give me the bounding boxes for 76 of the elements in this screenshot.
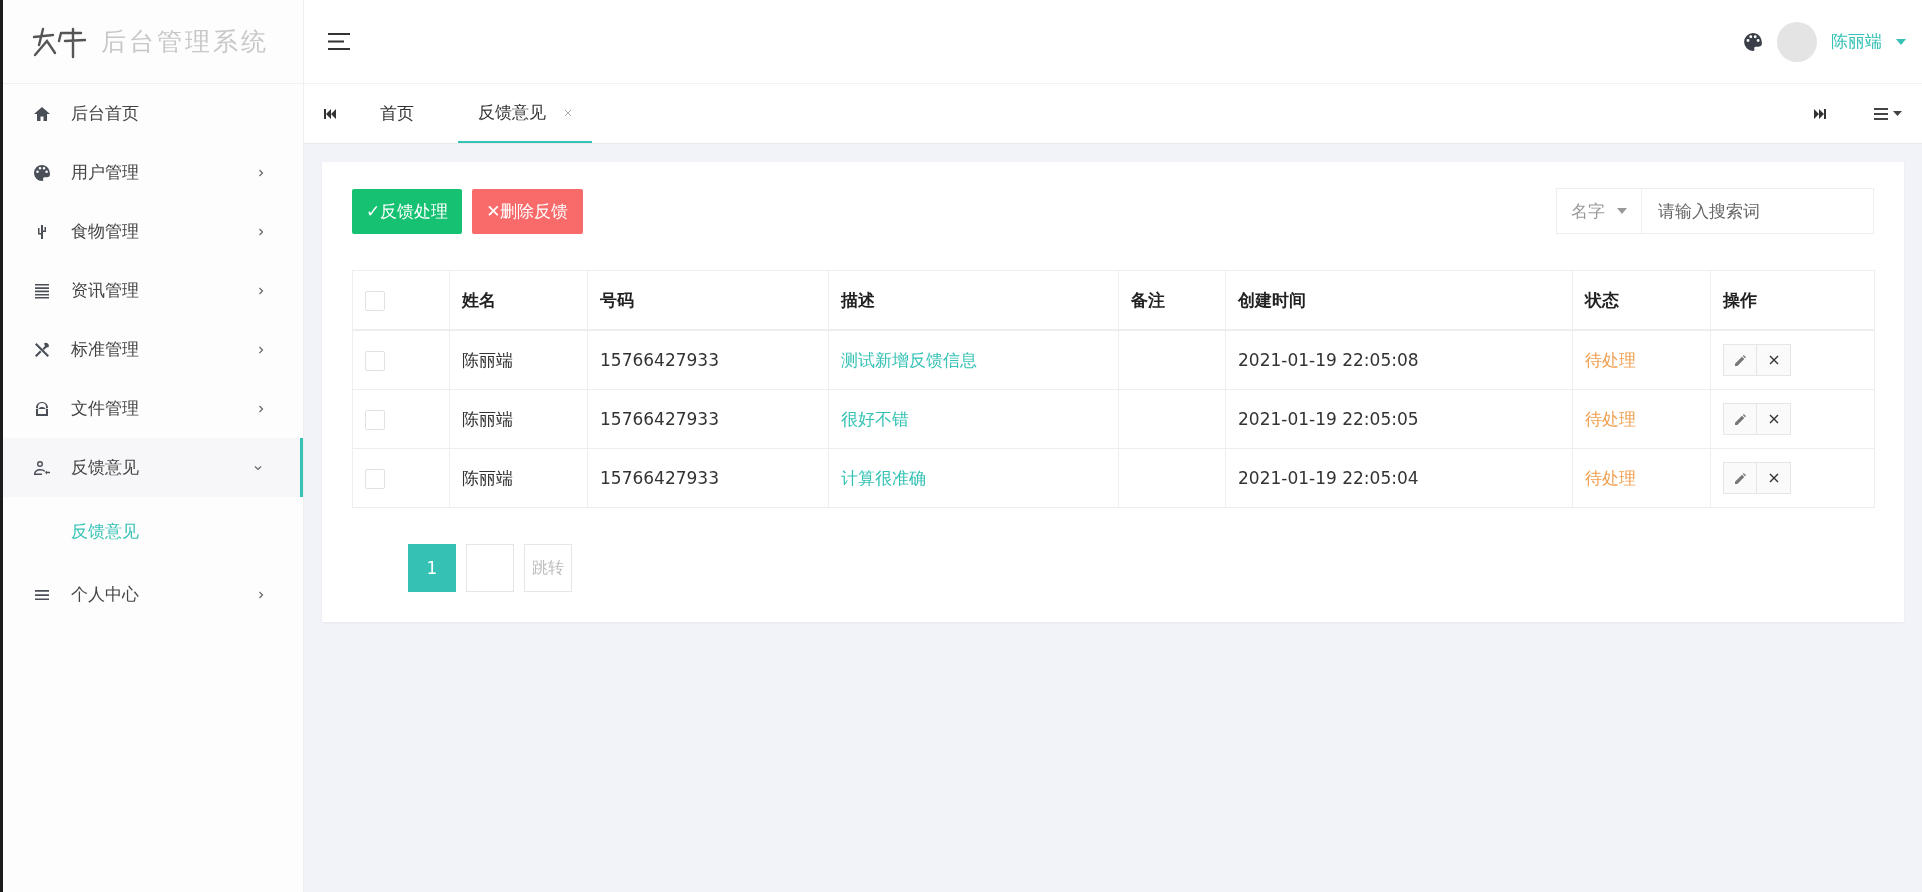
checkbox[interactable] [365, 409, 385, 430]
tab[interactable]: 首页 [360, 84, 434, 143]
delete-button[interactable] [1757, 344, 1791, 376]
sidebar-label: 个人中心 [71, 583, 140, 606]
palette-icon[interactable] [1743, 31, 1763, 52]
status-text: 待处理 [1585, 408, 1636, 429]
sidebar-label: 后台首页 [71, 102, 140, 125]
checkbox[interactable] [365, 350, 385, 371]
pencil-icon [1734, 354, 1746, 366]
table-cell: 陈丽端 [462, 349, 513, 370]
close-icon [1768, 414, 1779, 424]
list-dropdown-icon[interactable] [1874, 107, 1902, 120]
user-icon [33, 458, 51, 477]
sidebar-item[interactable]: 用户管理 [3, 143, 303, 202]
sidebar-item[interactable]: 反馈意见 [3, 438, 303, 497]
edit-button[interactable] [1723, 344, 1757, 376]
checkbox[interactable] [365, 468, 385, 489]
column-header: 操作 [1723, 289, 1757, 310]
chevron-down-icon [254, 463, 262, 472]
delete-button[interactable] [1757, 462, 1791, 494]
chevron-right-icon [257, 168, 265, 177]
table-cell: 2021-01-19 22:05:04 [1238, 468, 1419, 488]
column-header: 创建时间 [1238, 289, 1306, 310]
delete-button[interactable] [1757, 403, 1791, 435]
edit-button[interactable] [1723, 403, 1757, 435]
table-cell: 2021-01-19 22:05:05 [1238, 409, 1419, 429]
status-text: 待处理 [1585, 349, 1636, 370]
table-cell: 陈丽端 [462, 467, 513, 488]
close-icon [1768, 473, 1779, 483]
sidebar-label: 食物管理 [71, 220, 140, 243]
pencil-icon [1734, 472, 1746, 484]
table-cell: 15766427933 [600, 409, 719, 429]
palette-icon [33, 163, 51, 182]
search-field[interactable]: 请输入搜索词 [1642, 188, 1874, 234]
home-icon [33, 104, 51, 123]
table-cell: 2021-01-19 22:05:08 [1238, 350, 1419, 370]
skip-back-icon[interactable] [324, 108, 336, 119]
column-header: 描述 [841, 289, 875, 310]
table-cell: 15766427933 [600, 468, 719, 488]
chevron-right-icon [257, 286, 265, 295]
column-header: 状态 [1585, 289, 1619, 310]
chevron-right-icon [257, 590, 265, 599]
tab[interactable]: 反馈意见 [458, 84, 592, 143]
sidebar-item[interactable]: 个人中心 [3, 565, 303, 624]
column-header: 备注 [1131, 289, 1165, 310]
column-header: 姓名 [462, 289, 496, 310]
tools-icon [33, 340, 51, 359]
chevron-right-icon [257, 227, 265, 236]
caret-icon [1617, 208, 1627, 214]
table-cell: 15766427933 [600, 350, 719, 370]
sidebar-label: 用户管理 [71, 161, 140, 184]
sidebar-label: 反馈意见 [71, 456, 140, 479]
close-icon [1768, 355, 1779, 365]
table-cell: 陈丽端 [462, 408, 513, 429]
sidebar-label: 资讯管理 [71, 279, 140, 302]
chevron-right-icon [257, 404, 265, 413]
sidebar-item[interactable]: 文件管理 [3, 379, 303, 438]
page-input[interactable] [466, 544, 514, 592]
edit-button[interactable] [1723, 462, 1757, 494]
sidebar-item[interactable]: 食物管理 [3, 202, 303, 261]
sidebar-label: 文件管理 [71, 397, 140, 420]
pencil-icon [1734, 413, 1746, 425]
menu-icon[interactable] [328, 33, 350, 50]
lines-icon [33, 281, 51, 300]
sidebar-item[interactable]: 资讯管理 [3, 261, 303, 320]
status-text: 待处理 [1585, 467, 1636, 488]
sidebar-label: 标准管理 [71, 338, 140, 361]
caret-icon[interactable] [1896, 38, 1906, 45]
phone-icon [33, 399, 51, 418]
skip-forward-icon[interactable] [1814, 108, 1826, 119]
sidebar-item[interactable]: 后台首页 [3, 84, 303, 143]
chevron-right-icon [257, 345, 265, 354]
sidebar-item[interactable]: 标准管理 [3, 320, 303, 379]
column-header: 号码 [600, 289, 634, 310]
checkbox[interactable] [365, 290, 385, 311]
close-icon[interactable] [564, 108, 572, 117]
